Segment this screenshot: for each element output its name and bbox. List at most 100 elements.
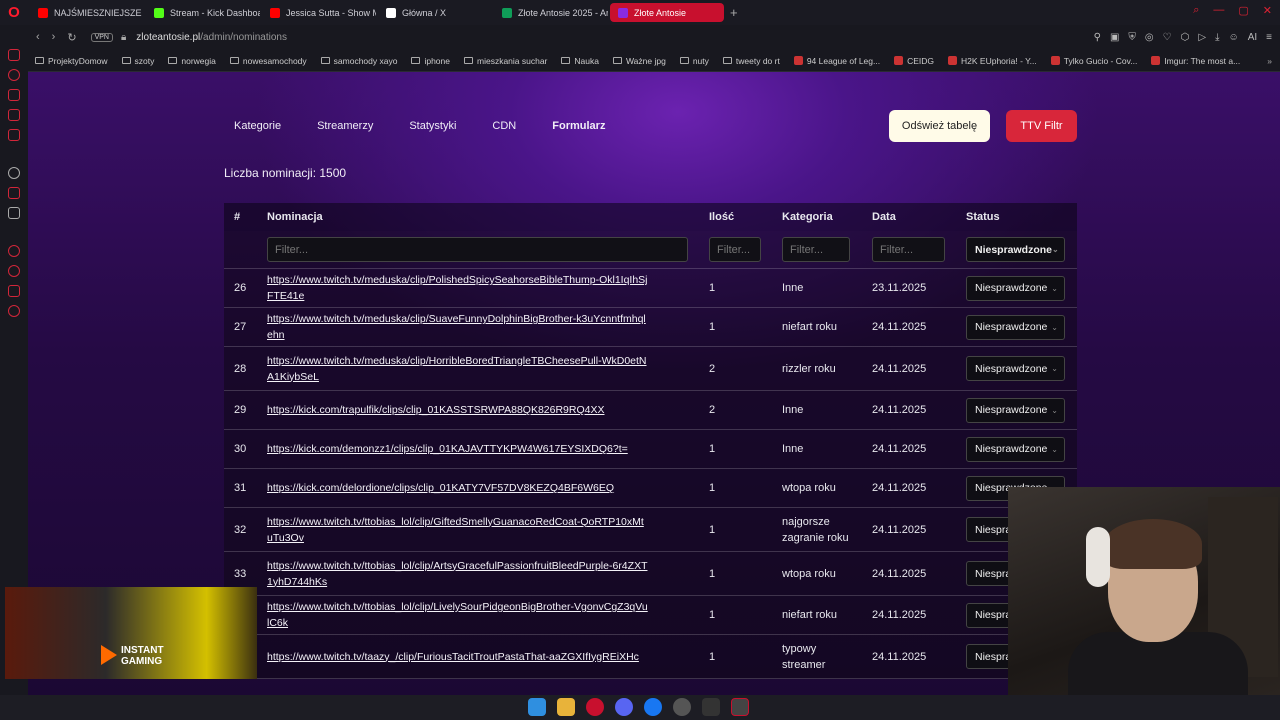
bookmark-item[interactable]: tweety do rt xyxy=(716,56,787,66)
browser-tab[interactable]: Złote Antosie xyxy=(610,3,724,22)
nomination-link[interactable]: https://www.twitch.tv/taazy_/clip/Furiou… xyxy=(267,649,709,665)
nav-statystyki[interactable]: Statystyki xyxy=(409,120,456,132)
settings-icon[interactable] xyxy=(8,305,20,317)
bookmark-item[interactable]: norwegia xyxy=(161,56,223,66)
epic-games-icon[interactable] xyxy=(731,698,749,716)
opera-menu-icon[interactable]: O xyxy=(0,0,28,25)
nav-formularz[interactable]: Formularz xyxy=(552,120,605,132)
more-bookmarks-icon[interactable]: » xyxy=(1267,56,1272,66)
nav-cdn[interactable]: CDN xyxy=(492,120,516,132)
discord-icon[interactable] xyxy=(615,698,633,716)
bookmark-item[interactable]: szoty xyxy=(115,56,162,66)
browser-tab[interactable]: Złote Antosie 2025 - Arku xyxy=(494,3,608,22)
chatgpt-icon[interactable] xyxy=(8,167,20,179)
menu-icon[interactable]: ≡ xyxy=(1266,32,1272,43)
status-select[interactable]: Niesprawdzone⌄ xyxy=(966,314,1065,340)
nomination-link[interactable]: https://www.twitch.tv/meduska/clip/Horri… xyxy=(267,353,709,385)
browser-tab-bar: O NAJŚMIESZNIEJSZE MOM Stream - Kick Dash… xyxy=(0,0,1280,25)
bookmark-item[interactable]: samochody xayo xyxy=(314,56,405,66)
messenger-icon[interactable] xyxy=(8,109,20,121)
download-icon[interactable]: ⤓ xyxy=(1215,32,1219,43)
header-data[interactable]: Data xyxy=(872,211,966,223)
status-select[interactable]: Niesprawdzone⌄ xyxy=(966,275,1065,301)
url-field[interactable]: zloteantosie.pl/admin/nominations xyxy=(136,32,287,43)
new-tab-icon[interactable]: + xyxy=(730,5,738,20)
maximize-icon[interactable]: ▢ xyxy=(1238,4,1248,17)
header-kategoria[interactable]: Kategoria xyxy=(782,211,872,223)
play-icon[interactable]: ▷ xyxy=(1198,32,1206,43)
ai-button[interactable]: AI xyxy=(1248,32,1257,43)
minimize-icon[interactable]: — xyxy=(1213,4,1224,17)
status-select[interactable]: Niesprawdzone⌄ xyxy=(966,356,1065,381)
bookmark-item[interactable]: H2K EUphoria! - Y... xyxy=(941,56,1044,66)
file-explorer-icon[interactable] xyxy=(557,698,575,716)
profile-icon[interactable]: ☺ xyxy=(1228,32,1238,43)
browser-tab[interactable]: Główna / X xyxy=(378,3,492,22)
status-select[interactable]: Niesprawdzone⌄ xyxy=(966,436,1065,462)
bookmark-item[interactable]: Tylko Gucio - Cov... xyxy=(1044,56,1145,66)
nomination-link[interactable]: https://www.twitch.tv/ttobias_lol/clip/L… xyxy=(267,599,709,631)
refresh-table-button[interactable]: Odśwież tabelę xyxy=(889,110,990,142)
bookmark-item[interactable]: nuty xyxy=(673,56,716,66)
bookmark-item[interactable]: nowesamochody xyxy=(223,56,314,66)
bookmark-item[interactable]: mieszkania suchar xyxy=(457,56,554,66)
status-filter-select[interactable]: Niesprawdzone ⌄ xyxy=(966,237,1065,262)
instant-gaming-ad[interactable]: INSTANT GAMING xyxy=(5,587,257,679)
nomination-link[interactable]: https://kick.com/trapulfik/clips/clip_01… xyxy=(267,402,709,418)
category-filter-input[interactable] xyxy=(782,237,850,262)
bookmark-item[interactable]: CEIDG xyxy=(887,56,941,66)
browser-tab[interactable]: Jessica Sutta - Show Me xyxy=(262,3,376,22)
extensions-icon[interactable] xyxy=(8,285,20,297)
bookmark-item[interactable]: iphone xyxy=(404,56,457,66)
status-select[interactable]: Niesprawdzone⌄ xyxy=(966,397,1065,423)
history-icon[interactable] xyxy=(8,245,20,257)
obs-icon[interactable] xyxy=(673,698,691,716)
nomination-link[interactable]: https://kick.com/demonzz1/clips/clip_01K… xyxy=(267,441,709,457)
bookmark-item[interactable]: ProjektyDomow xyxy=(28,56,115,66)
shield-icon[interactable]: ⛨ xyxy=(1128,32,1136,43)
opera-taskbar-icon[interactable] xyxy=(586,698,604,716)
nav-kategorie[interactable]: Kategorie xyxy=(234,120,281,132)
browser-tab[interactable]: Stream - Kick Dashboard xyxy=(146,3,260,22)
heart-icon[interactable]: ♡ xyxy=(1163,32,1172,43)
reload-icon[interactable]: ↻ xyxy=(67,31,76,44)
nomination-filter-input[interactable] xyxy=(267,237,688,262)
close-window-icon[interactable]: ✕ xyxy=(1263,4,1272,17)
header-ilosc[interactable]: Ilość xyxy=(709,211,782,223)
row-nomination-cell: https://kick.com/delordione/clips/clip_0… xyxy=(267,480,709,496)
header-status[interactable]: Status xyxy=(966,211,1077,223)
nomination-link[interactable]: https://www.twitch.tv/ttobias_lol/clip/A… xyxy=(267,558,709,590)
cube-icon[interactable]: ⬡ xyxy=(1181,32,1190,43)
bookmark-item[interactable]: Nauka xyxy=(554,56,606,66)
browser-tab[interactable]: NAJŚMIESZNIEJSZE MOM xyxy=(30,3,144,22)
bookmark-item[interactable]: 94 League of Leg... xyxy=(787,56,887,66)
x-icon[interactable] xyxy=(8,207,20,219)
terminal-icon[interactable] xyxy=(702,698,720,716)
ttv-filter-button[interactable]: TTV Filtr xyxy=(1006,110,1077,142)
qty-filter-input[interactable] xyxy=(709,237,761,262)
bookmark-item[interactable]: Imgur: The most a... xyxy=(1144,56,1247,66)
nomination-link[interactable]: https://www.twitch.tv/meduska/clip/Polis… xyxy=(267,272,709,304)
search-tabs-icon[interactable]: ⌕ xyxy=(1193,4,1199,17)
nomination-link[interactable]: https://www.twitch.tv/meduska/clip/Suave… xyxy=(267,311,709,343)
nomination-link[interactable]: https://kick.com/delordione/clips/clip_0… xyxy=(267,480,709,496)
nav-streamerzy[interactable]: Streamerzy xyxy=(317,120,373,132)
windows-start-icon[interactable] xyxy=(528,698,546,716)
twitch-icon[interactable] xyxy=(8,187,20,199)
back-icon[interactable]: ‹ xyxy=(36,31,40,44)
bookmark-item[interactable]: Ważne jpg xyxy=(606,56,673,66)
facebook-icon[interactable] xyxy=(644,698,662,716)
wallet-icon[interactable]: ◎ xyxy=(1145,32,1154,43)
header-nominacja[interactable]: Nominacja xyxy=(267,211,709,223)
flow-icon[interactable] xyxy=(8,89,20,101)
gmail-icon[interactable] xyxy=(8,129,20,141)
nomination-link[interactable]: https://www.twitch.tv/ttobias_lol/clip/G… xyxy=(267,514,709,546)
clock-icon[interactable] xyxy=(8,265,20,277)
pin-icon[interactable]: ⚲ xyxy=(1094,32,1101,43)
youtube-music-icon[interactable] xyxy=(8,49,20,61)
sync-icon[interactable] xyxy=(8,69,20,81)
vpn-badge[interactable]: VPN xyxy=(90,33,113,42)
snapshot-icon[interactable]: ▣ xyxy=(1110,32,1119,43)
forward-icon[interactable]: › xyxy=(52,31,56,44)
date-filter-input[interactable] xyxy=(872,237,945,262)
